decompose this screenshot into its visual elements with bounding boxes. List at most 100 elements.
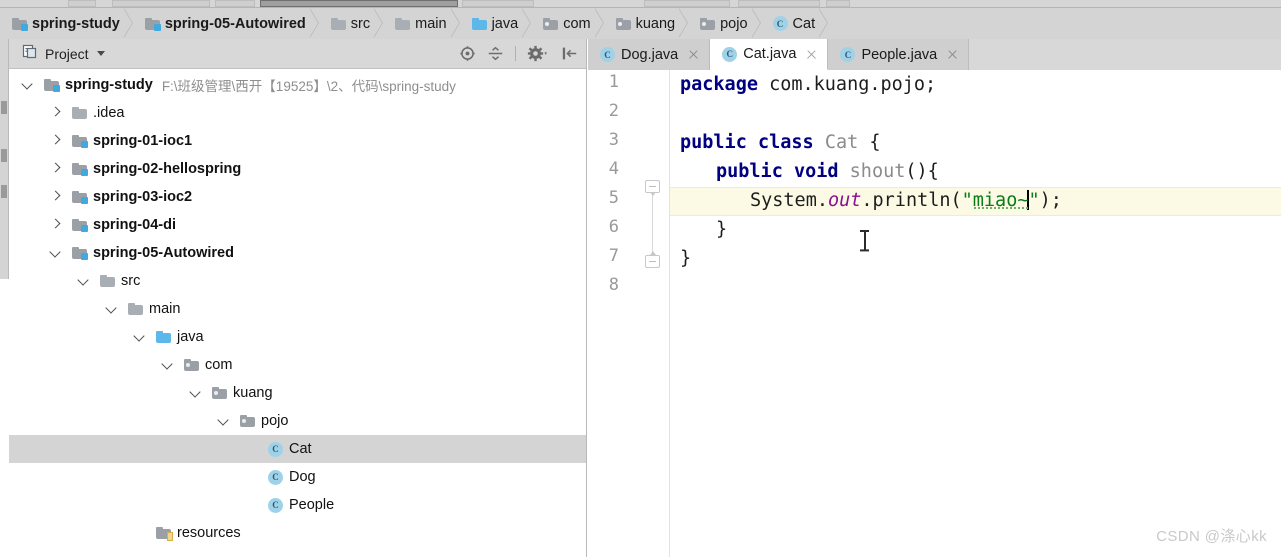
tool-window-button[interactable] bbox=[1, 101, 7, 114]
java-class-icon: C bbox=[268, 469, 283, 485]
code-text[interactable]: package com.kuang.pojo; public class Cat… bbox=[670, 70, 1281, 557]
project-panel-header: Project bbox=[9, 39, 586, 69]
tree-node-label: java bbox=[177, 329, 204, 345]
tree-node[interactable]: spring-01-ioc1 bbox=[9, 127, 586, 155]
toolbar-chip[interactable] bbox=[738, 0, 820, 7]
open-brace: { bbox=[869, 132, 881, 153]
project-panel-title: Project bbox=[45, 45, 89, 62]
chevron-down-icon[interactable] bbox=[131, 329, 147, 345]
println-call: .println( bbox=[861, 190, 962, 211]
chevron-right-icon[interactable] bbox=[47, 105, 63, 121]
chevron-down-icon[interactable] bbox=[96, 51, 105, 56]
editor-tab-people-java[interactable]: C People.java bbox=[828, 39, 970, 70]
locate-in-tree-icon[interactable] bbox=[459, 45, 476, 62]
settings-gear-icon[interactable] bbox=[527, 45, 550, 62]
chevron-right-icon[interactable] bbox=[47, 133, 63, 149]
breadcrumb-item-cat[interactable]: C Cat bbox=[760, 8, 829, 39]
breadcrumb-item-src[interactable]: src bbox=[318, 8, 384, 39]
collapse-all-icon[interactable] bbox=[487, 45, 504, 62]
tree-node[interactable]: C Dog bbox=[9, 463, 586, 491]
toolbar-chip[interactable] bbox=[826, 0, 850, 7]
toolbar-chip[interactable] bbox=[68, 0, 96, 7]
editor-tab-cat-java[interactable]: C Cat.java bbox=[710, 39, 829, 70]
breadcrumb-item-java[interactable]: java bbox=[459, 8, 532, 39]
string-literal-miao: miao~ bbox=[972, 190, 1029, 211]
editor-tab-bar: C Dog.java C Cat.java C People.java bbox=[588, 39, 1281, 70]
folder-icon bbox=[128, 303, 143, 315]
method-name-shout: shout bbox=[849, 161, 906, 182]
tree-node[interactable]: spring-03-ioc2 bbox=[9, 183, 586, 211]
tree-node-selected[interactable]: C Cat bbox=[9, 435, 586, 463]
chevron-down-icon[interactable] bbox=[159, 357, 175, 373]
toolbar-chip[interactable] bbox=[112, 0, 210, 7]
tree-node[interactable]: spring-04-di bbox=[9, 211, 586, 239]
code-line-1: package com.kuang.pojo; bbox=[680, 70, 936, 99]
chevron-down-icon[interactable] bbox=[215, 413, 231, 429]
breadcrumb-item-main[interactable]: main bbox=[383, 8, 461, 39]
resources-folder-icon bbox=[156, 527, 173, 541]
package-folder-icon bbox=[212, 387, 227, 399]
toolbar-chip-active[interactable] bbox=[260, 0, 458, 7]
breadcrumb-item-pojo[interactable]: pojo bbox=[688, 8, 761, 39]
code-editor[interactable]: 1 2 3 4 5 6 7 8 package com.kuang.pojo; public … bbox=[588, 70, 1281, 557]
keyword-package: package bbox=[680, 74, 758, 95]
folder-icon bbox=[72, 107, 87, 119]
tree-node[interactable]: C People bbox=[9, 491, 586, 519]
tree-node[interactable]: spring-05-Autowired bbox=[9, 239, 586, 267]
tree-node[interactable]: spring-study F:\班级管理\西开【19525】\2、代码\sprin… bbox=[9, 71, 586, 99]
java-class-icon: C bbox=[840, 47, 856, 62]
tree-node[interactable]: src bbox=[9, 267, 586, 295]
toolbar-chip[interactable] bbox=[462, 0, 534, 7]
keyword-public: public bbox=[680, 132, 747, 153]
toolbar-chip[interactable] bbox=[644, 0, 730, 7]
left-tool-window-strip bbox=[0, 39, 9, 557]
breadcrumb-item-kuang[interactable]: kuang bbox=[603, 8, 689, 39]
tree-node-label: spring-01-ioc1 bbox=[93, 133, 193, 149]
code-line-3: public class Cat { bbox=[680, 128, 881, 157]
close-icon[interactable] bbox=[687, 48, 700, 61]
chevron-right-icon[interactable] bbox=[47, 161, 63, 177]
breadcrumb: spring-study spring-05-Autowired src main ja… bbox=[0, 8, 1281, 39]
chevron-down-icon[interactable] bbox=[75, 273, 91, 289]
tree-node[interactable]: .idea bbox=[9, 99, 586, 127]
toolbar-chip[interactable] bbox=[215, 0, 255, 7]
tree-node[interactable]: kuang bbox=[9, 379, 586, 407]
tool-window-button[interactable] bbox=[1, 149, 7, 162]
chevron-down-icon[interactable] bbox=[47, 245, 63, 261]
tree-node[interactable]: main bbox=[9, 295, 586, 323]
chevron-down-icon[interactable] bbox=[19, 77, 35, 93]
chevron-down-icon[interactable] bbox=[187, 385, 203, 401]
editor-gutter[interactable]: 1 2 3 4 5 6 7 8 bbox=[588, 70, 670, 557]
keyword-public: public bbox=[716, 161, 783, 182]
package-folder-icon bbox=[184, 359, 199, 371]
tree-node[interactable]: pojo bbox=[9, 407, 586, 435]
code-fold-marker-open[interactable] bbox=[645, 180, 660, 196]
tree-node-label: com bbox=[205, 357, 233, 373]
project-tree[interactable]: spring-study F:\班级管理\西开【19525】\2、代码\sprin… bbox=[9, 69, 586, 556]
close-icon[interactable] bbox=[805, 48, 818, 61]
chevron-down-icon[interactable] bbox=[103, 301, 119, 317]
code-line-7: } bbox=[680, 244, 691, 273]
breadcrumb-item-com[interactable]: com bbox=[531, 8, 605, 39]
tree-node[interactable]: spring-02-hellospring bbox=[9, 155, 586, 183]
package-name: com.kuang.pojo; bbox=[757, 74, 937, 95]
hide-panel-icon[interactable] bbox=[561, 45, 578, 62]
breadcrumb-item-spring-05-autowired[interactable]: spring-05-Autowired bbox=[132, 8, 319, 39]
tree-node[interactable]: resources bbox=[9, 519, 586, 547]
field-out: out bbox=[827, 190, 862, 211]
tree-node[interactable]: com bbox=[9, 351, 586, 379]
java-class-icon: C bbox=[268, 497, 283, 513]
breadcrumb-item-spring-study[interactable]: spring-study bbox=[0, 8, 133, 39]
chevron-right-icon[interactable] bbox=[47, 189, 63, 205]
code-fold-marker-close[interactable] bbox=[645, 251, 660, 270]
editor-tab-dog-java[interactable]: C Dog.java bbox=[588, 39, 711, 70]
breadcrumb-item-label: java bbox=[491, 15, 519, 32]
tool-window-button[interactable] bbox=[1, 185, 7, 198]
editor-tab-label: Dog.java bbox=[621, 46, 679, 63]
method-signature-tail: (){ bbox=[905, 161, 939, 182]
chevron-right-icon[interactable] bbox=[47, 217, 63, 233]
close-icon[interactable] bbox=[946, 48, 959, 61]
tree-node[interactable]: java bbox=[9, 323, 586, 351]
